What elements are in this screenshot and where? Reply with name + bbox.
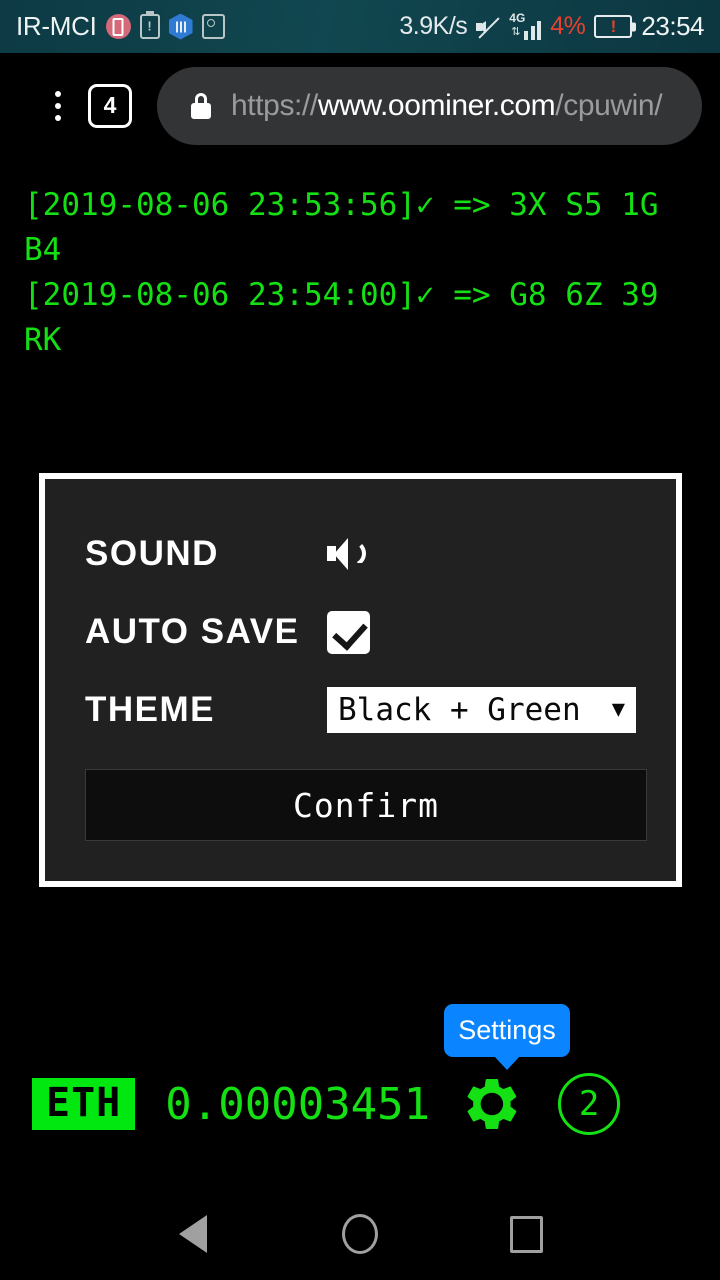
overflow-menu-icon[interactable] [30, 90, 86, 121]
log-line: [2019-08-06 23:54:00]✓ => G8 6Z 39 RK [24, 277, 659, 358]
back-triangle-icon[interactable] [157, 1204, 223, 1264]
address-bar[interactable]: https://www.oominer.com/cpuwin/ [157, 66, 702, 145]
theme-selected-value: Black + Green [338, 692, 581, 728]
gear-icon[interactable] [462, 1074, 522, 1134]
terminal-log: [2019-08-06 23:53:56]✓ => 3X S5 1G B4 [2… [0, 183, 720, 363]
recents-square-icon[interactable] [497, 1204, 557, 1264]
setting-row-sound: SOUND [85, 515, 636, 593]
battery-warning-symbol: ! [610, 17, 617, 36]
phone-screen: IR-MCI 3.9K/s 4G ⇅ 4% ! 23:54 4 [0, 0, 720, 1280]
android-status-bar: IR-MCI 3.9K/s 4G ⇅ 4% ! 23:54 [0, 0, 720, 53]
currency-badge: ETH [32, 1078, 136, 1130]
tab-count-button[interactable]: 4 [88, 83, 132, 128]
url-scheme: https:// [231, 88, 318, 122]
android-navigation-bar [0, 1188, 720, 1280]
mute-icon [476, 14, 500, 40]
browser-toolbar: 4 https://www.oominer.com/cpuwin/ [0, 53, 720, 158]
log-line: [2019-08-06 23:53:56]✓ => 3X S5 1G B4 [24, 187, 659, 268]
balance-amount: 0.00003451 [165, 1078, 431, 1130]
status-bar-left-group: IR-MCI [16, 11, 225, 42]
theme-select[interactable]: Black + Green ▼ [327, 687, 636, 733]
setting-row-auto-save: AUTO SAVE [85, 593, 636, 671]
url-text: https://www.oominer.com/cpuwin/ [231, 88, 663, 123]
hexagon-app-icon [168, 13, 193, 40]
home-circle-icon[interactable] [330, 1204, 390, 1264]
theme-label: THEME [85, 690, 215, 729]
chevron-down-icon: ▼ [611, 697, 625, 722]
lock-icon [191, 92, 211, 119]
sim-card-icon [105, 14, 131, 39]
sound-label: SOUND [85, 534, 219, 573]
battery-warning-icon [139, 14, 160, 39]
auto-save-checkbox[interactable] [327, 610, 370, 654]
carrier-name: IR-MCI [16, 11, 97, 41]
miner-status-bar: ETH 0.00003451 2 [0, 1073, 720, 1135]
battery-low-icon: ! [594, 15, 633, 38]
signal-strength-icon: 4G ⇅ [509, 10, 542, 40]
battery-percent-text: 4% [550, 12, 586, 40]
auto-save-label: AUTO SAVE [85, 612, 300, 651]
settings-tooltip: Settings [444, 1004, 570, 1057]
status-bar-clock: 23:54 [641, 11, 704, 41]
settings-dialog: SOUND AUTO SAVE THEME Black + Green ▼ Co… [39, 473, 682, 887]
network-type-label: 4G [509, 10, 526, 25]
network-speed-text: 3.9K/s [399, 12, 468, 40]
photo-gallery-icon [201, 14, 225, 39]
url-path: /cpuwin/ [555, 88, 663, 122]
url-host: www.oominer.com [317, 88, 556, 122]
confirm-button[interactable]: Confirm [85, 769, 647, 841]
setting-row-theme: THEME Black + Green ▼ [85, 671, 636, 749]
counter-badge: 2 [558, 1073, 621, 1135]
status-bar-right-group: 3.9K/s 4G ⇅ 4% ! 23:54 [399, 11, 704, 42]
speaker-on-icon[interactable] [327, 534, 373, 574]
settings-dialog-body: SOUND AUTO SAVE THEME Black + Green ▼ Co… [45, 479, 676, 881]
